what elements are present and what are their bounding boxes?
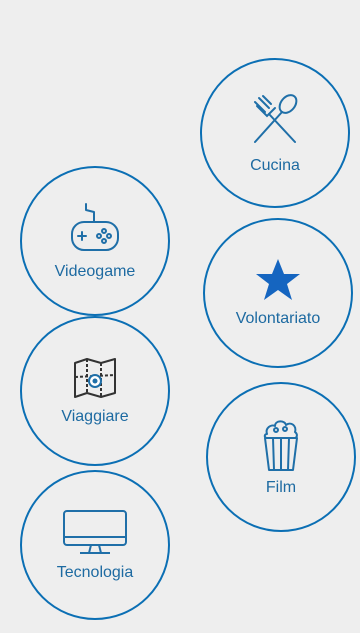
interest-label: Tecnologia — [56, 564, 134, 581]
interest-cucina[interactable]: Cucina — [200, 58, 350, 208]
interest-film[interactable]: Film — [206, 382, 356, 532]
interest-label: Film — [265, 479, 297, 496]
gamepad-icon — [64, 200, 126, 256]
interest-videogame[interactable]: Videogame — [20, 166, 170, 316]
interest-label: Cucina — [250, 157, 300, 174]
monitor-icon — [62, 507, 128, 557]
interest-viaggiare[interactable]: Viaggiare — [20, 316, 170, 466]
interest-label: Volontariato — [235, 310, 321, 327]
map-pin-icon — [69, 355, 121, 401]
fork-spoon-icon — [245, 90, 305, 150]
interest-label: Viaggiare — [61, 408, 129, 425]
interest-volontariato[interactable]: Volontariato — [203, 218, 353, 368]
interest-label: Videogame — [54, 263, 136, 280]
star-icon — [254, 257, 302, 303]
interest-tecnologia[interactable]: Tecnologia — [20, 470, 170, 620]
popcorn-icon — [261, 416, 301, 472]
